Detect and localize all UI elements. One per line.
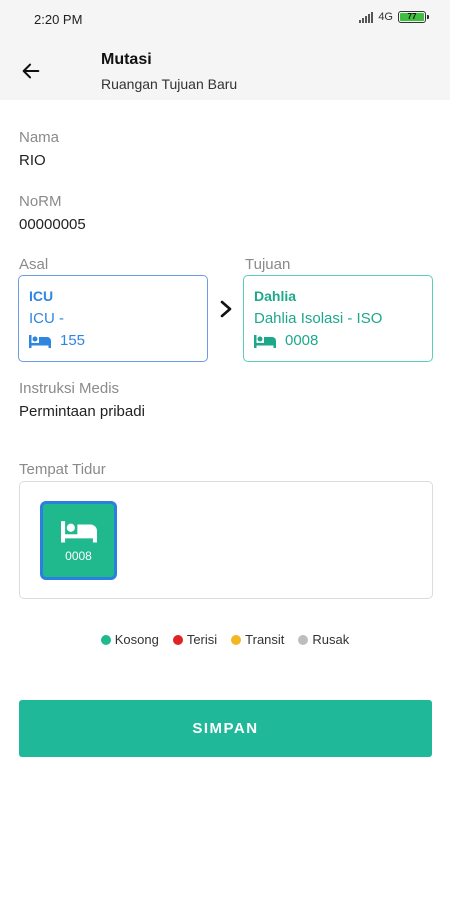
bed-tile[interactable]: 0008 [40,501,117,580]
bed-icon [254,334,276,348]
legend-item-rusak: Rusak [298,632,349,647]
signal-icon [359,11,374,23]
legend-dot [231,634,242,645]
origin-room-detail: ICU - [29,310,64,327]
status-time: 2:20 PM [34,12,83,27]
battery-level: 77 [400,13,424,21]
bed-icon [60,520,97,542]
bed-section-label: Tempat Tidur [19,461,106,478]
status-icons: 4G 77 [359,11,429,23]
back-button[interactable] [14,54,48,88]
destination-room-detail: Dahlia Isolasi - ISO [254,310,383,327]
destination-bed: 0008 [254,332,422,349]
destination-label: Tujuan [245,256,291,273]
name-value: RIO [19,152,46,169]
norm-label: NoRM [19,193,62,210]
legend-label: Terisi [186,632,218,647]
legend-dot [172,634,183,645]
destination-bed-number: 0008 [285,332,319,349]
bed-panel: 0008 [19,481,433,599]
bed-icon [29,334,51,348]
battery-icon: 77 [398,11,429,23]
legend-label: Kosong [114,632,159,647]
instruction-label: Instruksi Medis [19,380,120,397]
app-bar: Mutasi Ruangan Tujuan Baru [0,40,450,100]
bed-tile-number: 0008 [65,548,92,563]
origin-label: Asal [19,256,49,273]
bed-status-legend: Kosong Terisi Transit Rusak [0,632,450,647]
chevron-right-icon [215,298,237,320]
norm-value: 00000005 [19,216,86,233]
legend-label: Transit [245,632,285,647]
origin-room-card: ICU ICU - 155 [18,275,208,362]
legend-dot [298,634,309,645]
network-type: 4G [378,11,393,23]
instruction-value: Permintaan pribadi [19,403,145,420]
legend-label: Rusak [312,632,350,647]
legend-item-transit: Transit [231,632,284,647]
page-title: Mutasi [101,51,152,68]
status-bar: 2:20 PM 4G 77 [0,0,450,40]
page-subtitle: Ruangan Tujuan Baru [101,76,238,92]
legend-dot [100,634,111,645]
destination-room-name: Dahlia [254,288,297,304]
origin-room-name: ICU [29,288,54,304]
destination-room-card: Dahlia Dahlia Isolasi - ISO 0008 [243,275,433,362]
origin-bed-number: 155 [60,332,86,349]
origin-bed: 155 [29,332,197,349]
legend-item-kosong: Kosong [100,632,159,647]
save-button[interactable]: SIMPAN [19,700,432,757]
name-label: Nama [19,129,60,146]
arrow-left-icon [22,63,40,79]
legend-item-terisi: Terisi [172,632,218,647]
